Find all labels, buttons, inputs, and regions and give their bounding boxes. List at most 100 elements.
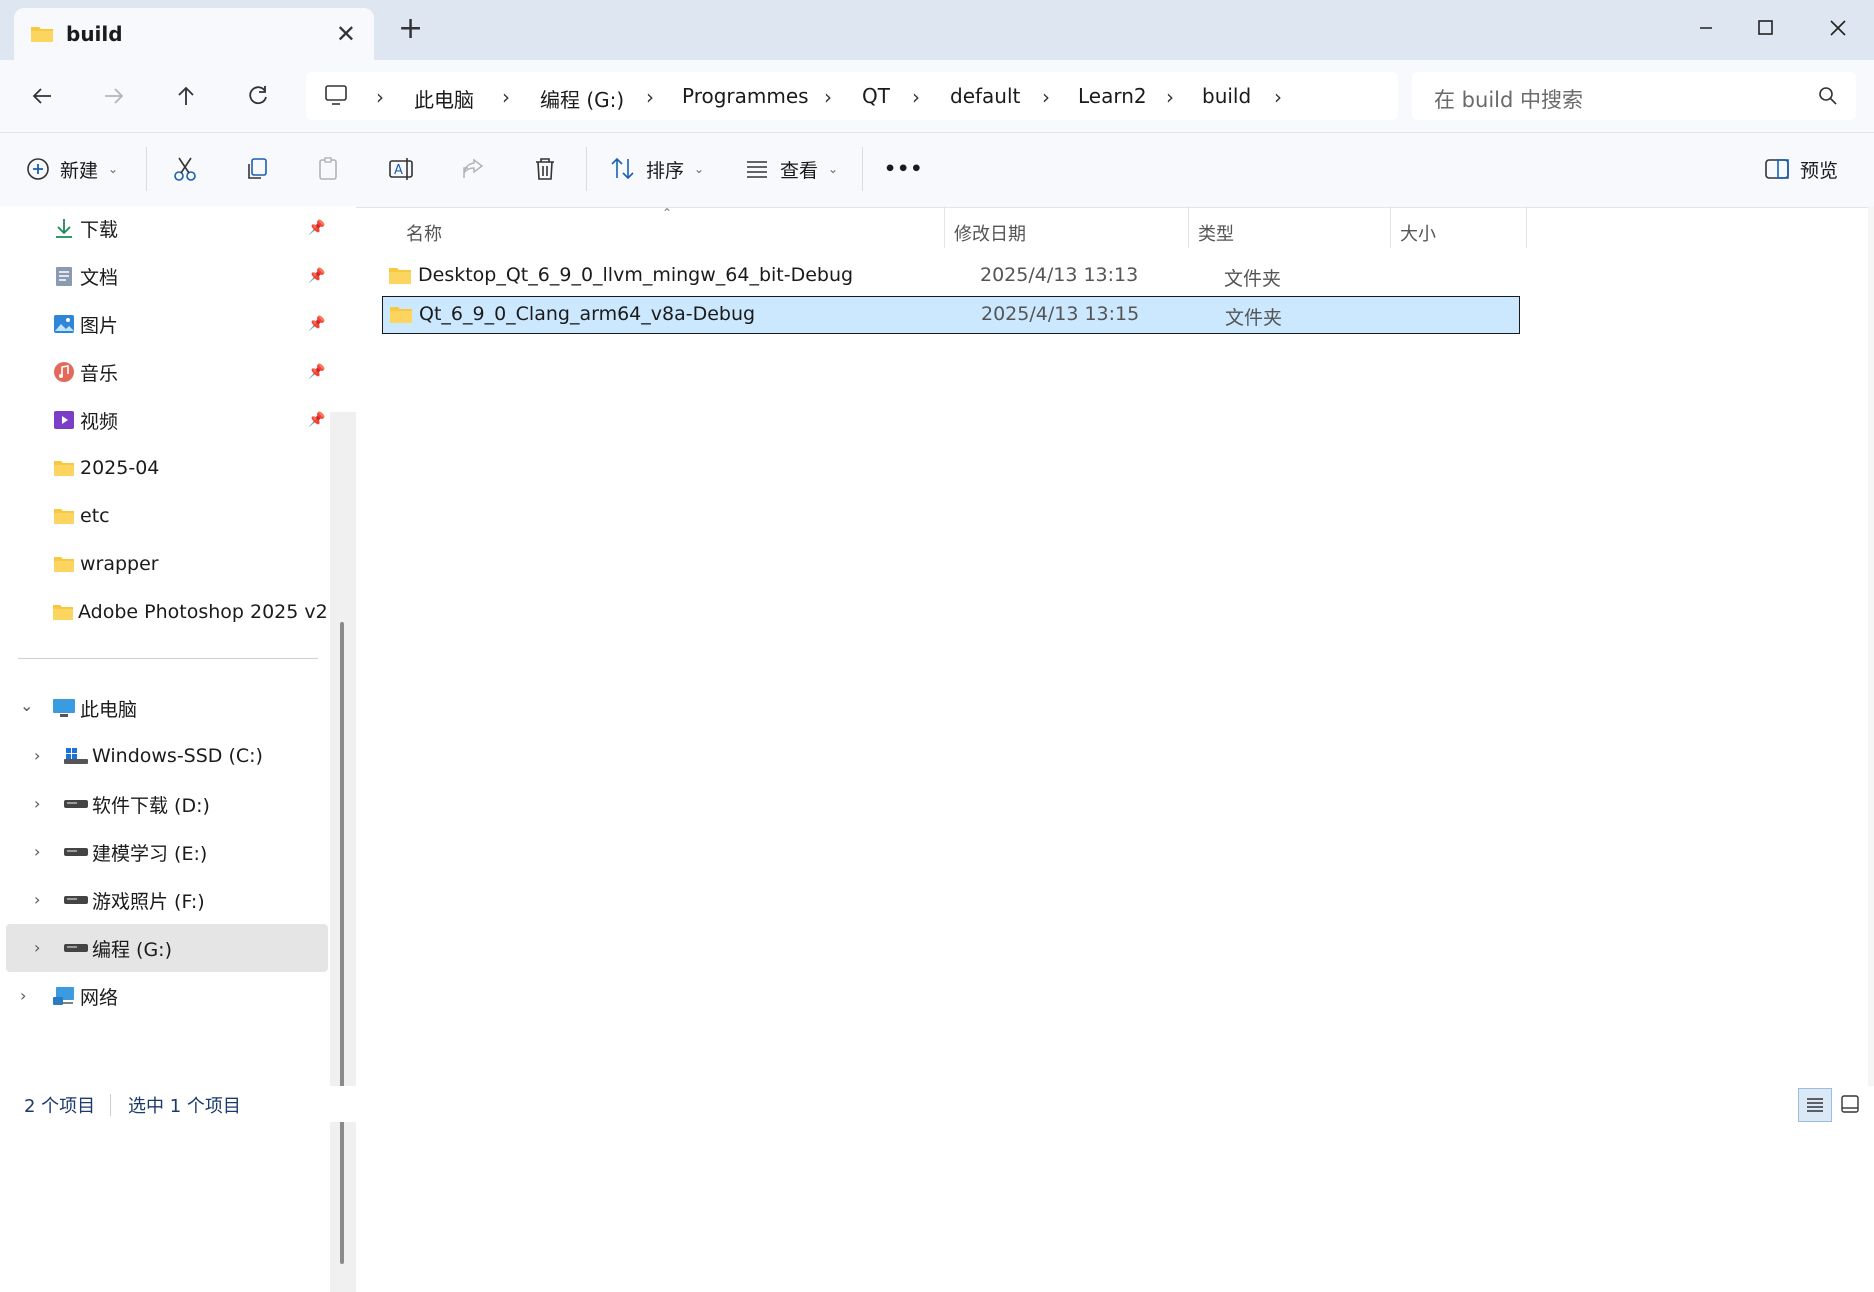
search-input[interactable]: 在 build 中搜索 (1434, 84, 1583, 114)
refresh-button[interactable] (238, 78, 278, 114)
column-header-name[interactable]: 名称 (406, 220, 442, 246)
chevron-right-icon[interactable]: › (502, 85, 510, 109)
sidebar-item-this-pc[interactable]: 此电脑 (52, 688, 137, 728)
preview-pane-button[interactable]: 预览 (1764, 151, 1838, 187)
sidebar-item-2025-04[interactable]: 2025-04 (52, 448, 159, 488)
svg-text:A: A (394, 163, 403, 178)
column-divider[interactable] (1390, 206, 1391, 248)
column-divider[interactable] (1188, 206, 1189, 248)
paste-button[interactable] (316, 151, 342, 187)
column-divider[interactable] (944, 206, 945, 248)
chevron-right-icon[interactable]: › (646, 85, 654, 109)
column-header-type[interactable]: 类型 (1198, 220, 1234, 246)
search-box[interactable]: 在 build 中搜索 (1412, 72, 1856, 120)
pin-icon[interactable]: 📌 (308, 412, 325, 428)
pin-icon[interactable]: 📌 (308, 268, 325, 284)
sidebar-item-label: 音乐 (80, 362, 119, 385)
sidebar-item-drive-e[interactable]: 建模学习 (E:) (64, 832, 207, 872)
sidebar-item-drive-d[interactable]: 软件下载 (D:) (64, 784, 210, 824)
chevron-right-icon[interactable]: › (376, 85, 384, 109)
tiles-view-button[interactable] (1834, 1088, 1866, 1120)
pin-icon[interactable]: 📌 (308, 364, 325, 380)
breadcrumb-drive-g[interactable]: 编程 (G:) (540, 84, 624, 113)
drive-icon (64, 840, 88, 864)
chevron-right-icon[interactable]: › (34, 938, 40, 957)
arrow-left-icon (32, 88, 51, 104)
chevron-right-icon[interactable]: › (34, 746, 40, 765)
folder-icon (30, 24, 54, 48)
breadcrumb-programmes[interactable]: Programmes (682, 84, 809, 108)
video-icon (52, 408, 76, 432)
new-tab-button[interactable]: + (398, 14, 423, 44)
share-icon (463, 158, 484, 178)
chevron-right-icon[interactable]: › (34, 842, 40, 861)
breadcrumb-learn2[interactable]: Learn2 (1078, 84, 1147, 108)
breadcrumb-qt[interactable]: QT (862, 84, 890, 108)
chevron-right-icon[interactable]: › (1042, 85, 1050, 109)
sidebar-item-downloads[interactable]: 下载 (52, 208, 118, 248)
sidebar-scrollbar[interactable] (340, 622, 344, 1264)
cut-button[interactable] (172, 151, 198, 187)
sidebar-item-drive-c[interactable]: Windows-SSD (C:) (64, 736, 263, 776)
sidebar-item-adobe-photoshop[interactable]: Adobe Photoshop 2025 v26. (52, 592, 328, 632)
chevron-right-icon[interactable]: › (1166, 85, 1174, 109)
address-bar[interactable]: › 此电脑 › 编程 (G:) › Programmes › QT › defa… (306, 72, 1398, 120)
drive-icon (64, 888, 88, 912)
breadcrumb-default[interactable]: default (950, 84, 1020, 108)
maximize-button[interactable] (1746, 10, 1786, 46)
computer-icon (324, 84, 348, 110)
column-divider[interactable] (1526, 206, 1527, 248)
sidebar-item-network[interactable]: 网络 (52, 976, 118, 1016)
close-window-button[interactable] (1818, 10, 1858, 46)
chevron-right-icon[interactable]: › (20, 986, 26, 1005)
tab-close-icon[interactable]: ✕ (336, 20, 356, 48)
delete-button[interactable] (532, 151, 558, 187)
sidebar-item-drive-g[interactable]: 编程 (G:) (64, 928, 172, 968)
details-view-button[interactable] (1798, 1088, 1832, 1122)
copy-button[interactable] (244, 151, 270, 187)
column-header-size[interactable]: 大小 (1400, 220, 1436, 246)
chevron-right-icon[interactable]: › (1274, 85, 1282, 109)
sidebar-item-drive-f[interactable]: 游戏照片 (F:) (64, 880, 205, 920)
back-button[interactable] (22, 78, 62, 114)
sidebar-item-label: 游戏照片 (F:) (92, 890, 205, 913)
new-button[interactable]: 新建 ⌄ (26, 151, 118, 187)
right-scroll-gutter (1868, 206, 1874, 1086)
sidebar-item-pictures[interactable]: 图片 (52, 304, 118, 344)
navigation-pane: 下载 📌 文档 📌 图片 📌 音乐 📌 视频 📌 2025-04 etc wra… (0, 206, 356, 1292)
sidebar-item-label: 此电脑 (80, 698, 138, 721)
sidebar-item-label: 编程 (G:) (92, 938, 172, 961)
sidebar-item-videos[interactable]: 视频 (52, 400, 118, 440)
breadcrumb-this-pc[interactable]: 此电脑 (414, 84, 474, 113)
file-row-selected[interactable]: Qt_6_9_0_Clang_arm64_v8a-Debug 2025/4/13… (382, 296, 1520, 334)
minimize-button[interactable] (1686, 10, 1726, 46)
sidebar-item-etc[interactable]: etc (52, 496, 110, 536)
chevron-right-icon[interactable]: › (34, 890, 40, 909)
chevron-right-icon[interactable]: › (824, 85, 832, 109)
sidebar-item-music[interactable]: 音乐 (52, 352, 118, 392)
chevron-right-icon[interactable]: › (34, 794, 40, 813)
file-date: 2025/4/13 13:13 (980, 264, 1139, 286)
pin-icon[interactable]: 📌 (308, 316, 325, 332)
sidebar-item-documents[interactable]: 文档 (52, 256, 118, 296)
sidebar-divider (18, 658, 318, 659)
rename-button[interactable]: A (388, 151, 416, 187)
pin-icon[interactable]: 📌 (308, 220, 325, 236)
sort-button[interactable]: 排序 ⌄ (610, 151, 704, 187)
file-row[interactable]: Desktop_Qt_6_9_0_llvm_mingw_64_bit-Debug… (382, 258, 1520, 294)
view-button[interactable]: 查看 ⌄ (744, 151, 838, 187)
tab-build[interactable]: build ✕ (14, 8, 374, 60)
folder-icon (52, 552, 76, 576)
column-header-date[interactable]: 修改日期 (954, 220, 1026, 246)
sidebar-item-label: 视频 (80, 410, 119, 433)
share-button[interactable] (460, 151, 486, 187)
more-options-button[interactable]: ••• (884, 151, 923, 187)
up-button[interactable] (166, 78, 206, 114)
forward-button[interactable] (94, 78, 134, 114)
chevron-right-icon[interactable]: › (912, 85, 920, 109)
breadcrumb-build[interactable]: build (1202, 84, 1251, 108)
chevron-down-icon[interactable]: ⌄ (20, 696, 33, 715)
plus-circle-icon (27, 158, 49, 180)
sidebar-item-wrapper[interactable]: wrapper (52, 544, 159, 584)
document-icon (52, 264, 76, 288)
